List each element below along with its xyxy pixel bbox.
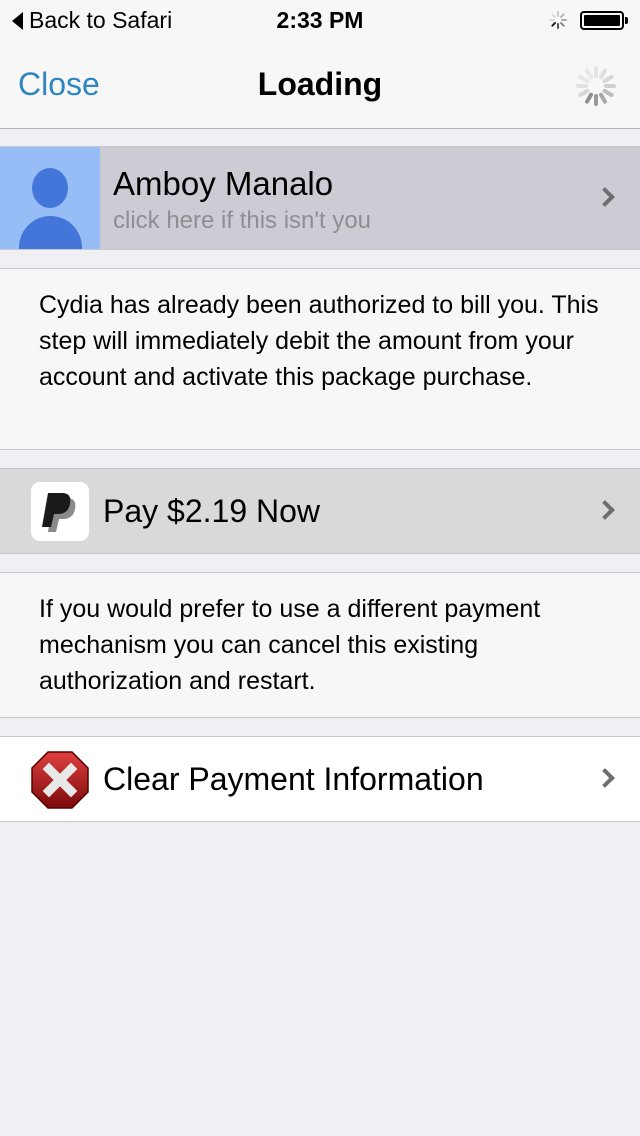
cancel-info: If you would prefer to use a different p… — [0, 572, 640, 718]
battery-level — [584, 15, 620, 26]
avatar — [0, 147, 100, 249]
network-activity-spinner-icon — [549, 11, 567, 29]
battery-icon — [580, 11, 628, 30]
chevron-right-icon — [595, 768, 615, 788]
clear-payment-label: Clear Payment Information — [103, 761, 484, 797]
status-bar: Back to Safari 2:33 PM — [0, 0, 640, 40]
chevron-right-icon — [595, 500, 615, 520]
cancel-info-text: If you would prefer to use a different p… — [39, 595, 541, 695]
pay-now-button[interactable]: Pay $2.19 Now — [0, 468, 640, 554]
user-name: Amboy Manalo — [113, 165, 334, 202]
stop-x-icon — [31, 751, 89, 809]
pay-now-label: Pay $2.19 Now — [103, 493, 321, 529]
chevron-right-icon — [595, 187, 615, 207]
user-subtitle: click here if this isn't you — [113, 207, 372, 234]
clear-payment-button[interactable]: Clear Payment Information — [0, 736, 640, 822]
status-time: 2:33 PM — [276, 7, 364, 33]
navigation-bar: Close Loading — [0, 40, 640, 129]
paypal-icon — [31, 482, 89, 541]
authorization-info: Cydia has already been authorized to bil… — [0, 268, 640, 450]
loading-spinner-icon — [576, 66, 616, 106]
user-account-cell[interactable]: Amboy Manalo click here if this isn't yo… — [0, 146, 640, 250]
page-title: Loading — [257, 66, 383, 102]
authorization-info-text: Cydia has already been authorized to bil… — [39, 291, 599, 391]
person-icon — [32, 168, 68, 208]
